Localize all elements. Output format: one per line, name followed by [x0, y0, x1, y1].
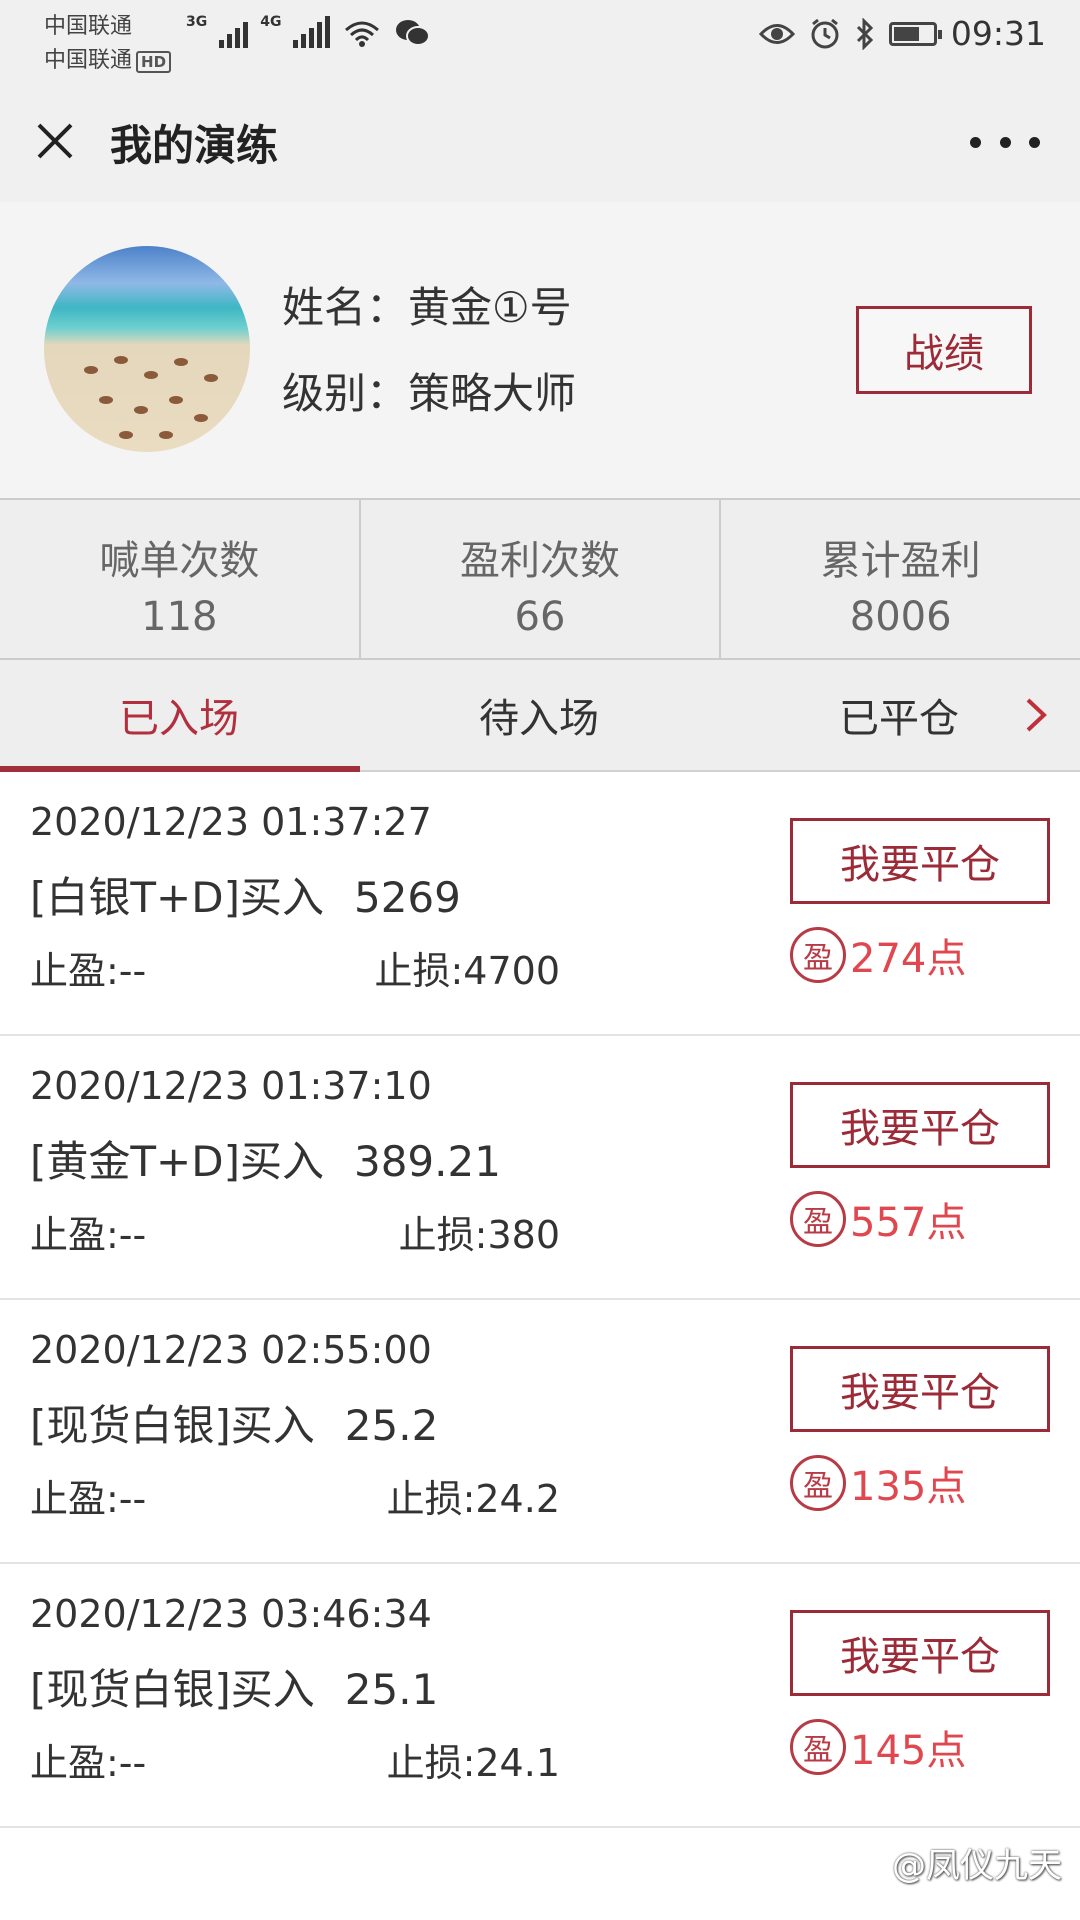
- battery-icon: [888, 21, 942, 46]
- carrier-label-2-text: 中国联通: [44, 48, 133, 73]
- chevron-right-icon[interactable]: [1010, 690, 1060, 740]
- tab-pending[interactable]: 待入场: [360, 660, 718, 770]
- close-position-button[interactable]: 我要平仓: [790, 1346, 1050, 1432]
- profit-badge-icon: 盈: [790, 1191, 846, 1247]
- entry-price: 25.1: [344, 1665, 439, 1714]
- system-icons: 09:31: [758, 14, 1046, 53]
- stop-loss: 止损:24.2: [386, 1477, 560, 1521]
- close-position-button[interactable]: 我要平仓: [790, 818, 1050, 904]
- profit-points: 145点: [850, 1728, 967, 1774]
- entry-price: 25.2: [344, 1401, 439, 1450]
- stat-value: 8006: [849, 594, 952, 640]
- profit-indicator: 盈 557点: [790, 1190, 966, 1248]
- tab-bar: 已入场 待入场 已平仓: [0, 660, 1080, 772]
- wifi-icon: [345, 21, 380, 47]
- stats-bar: 喊单次数 118 盈利次数 66 累计盈利 8006: [0, 498, 1080, 660]
- close-icon: [37, 123, 73, 159]
- network-indicators: 3G 4G: [186, 14, 431, 48]
- watermark: @凤仪九天: [892, 1846, 1062, 1886]
- position-row: 2020/12/23 01:37:27 [白银T+D]买入 5269 止盈:-- …: [0, 772, 1080, 1036]
- close-position-button[interactable]: 我要平仓: [790, 1610, 1050, 1696]
- net-4g-label: 4G: [260, 14, 282, 30]
- entry-price: 5269: [353, 873, 461, 922]
- profit-badge-icon: 盈: [790, 927, 846, 983]
- stat-label: 盈利次数: [460, 538, 620, 584]
- instrument-label: [现货白银]买入: [30, 1401, 315, 1450]
- position-instrument: [白银T+D]买入 5269: [30, 864, 461, 925]
- profit-badge-icon: 盈: [790, 1455, 846, 1511]
- position-row: 2020/12/23 02:55:00 [现货白银]买入 25.2 止盈:-- 止…: [0, 1300, 1080, 1564]
- profile-level: 级别：策略大师: [282, 369, 577, 418]
- take-profit: 止盈:--: [30, 949, 147, 993]
- instrument-label: [黄金T+D]买入: [30, 1137, 324, 1186]
- more-icon-dot: [999, 136, 1011, 148]
- hd-badge: HD: [136, 51, 172, 73]
- signal-4g-icon: [293, 14, 331, 48]
- profit-points: 274点: [850, 936, 967, 982]
- stat-label: 喊单次数: [99, 538, 260, 584]
- signal-3g-icon: [219, 14, 249, 48]
- position-instrument: [现货白银]买入 25.2: [30, 1392, 438, 1453]
- profit-badge-icon: 盈: [790, 1719, 846, 1775]
- more-icon: [970, 136, 981, 148]
- stat-wins: 盈利次数 66: [361, 500, 722, 658]
- instrument-label: [现货白银]买入: [30, 1665, 315, 1714]
- stat-calls: 喊单次数 118: [0, 500, 361, 658]
- take-profit: 止盈:--: [30, 1213, 147, 1257]
- position-time: 2020/12/23 02:55:00: [30, 1328, 432, 1372]
- profit-points: 557点: [850, 1200, 967, 1246]
- profit-indicator: 盈 135点: [790, 1454, 966, 1512]
- alarm-icon: [811, 18, 839, 48]
- profile-name: 姓名：黄金①号: [282, 283, 572, 332]
- close-button[interactable]: [30, 116, 80, 166]
- status-time: 09:31: [950, 14, 1046, 53]
- position-time: 2020/12/23 03:46:34: [30, 1592, 432, 1636]
- position-instrument: [黄金T+D]买入 389.21: [30, 1128, 501, 1189]
- stop-loss: 止损:380: [398, 1213, 560, 1257]
- profit-indicator: 盈 145点: [790, 1718, 966, 1776]
- take-profit: 止盈:--: [30, 1741, 147, 1785]
- avatar[interactable]: [44, 246, 250, 452]
- stat-total-profit: 累计盈利 8006: [721, 500, 1080, 658]
- status-bar: 中国联通 中国联通 HD 3G 4G 09:31: [0, 0, 1080, 84]
- page-title: 我的演练: [110, 121, 279, 170]
- eye-icon: [758, 23, 795, 44]
- profit-indicator: 盈 274点: [790, 926, 966, 984]
- close-position-button[interactable]: 我要平仓: [790, 1082, 1050, 1168]
- stat-value: 118: [141, 594, 218, 640]
- take-profit: 止盈:--: [30, 1477, 147, 1521]
- profile-card: 姓名：黄金①号 级别：策略大师 战绩: [0, 202, 1080, 498]
- position-time: 2020/12/23 01:37:27: [30, 800, 432, 844]
- tab-entered[interactable]: 已入场: [0, 660, 358, 770]
- position-time: 2020/12/23 01:37:10: [30, 1064, 432, 1108]
- bluetooth-icon: [856, 17, 874, 50]
- stat-label: 累计盈利: [820, 538, 981, 584]
- more-icon-dot: [1029, 136, 1040, 148]
- position-instrument: [现货白银]买入 25.1: [30, 1656, 438, 1717]
- carrier-label-2: 中国联通 HD: [44, 42, 172, 74]
- wechat-icon: [396, 20, 431, 46]
- entry-price: 389.21: [353, 1137, 501, 1186]
- app-header: 我的演练: [0, 84, 1080, 202]
- record-button[interactable]: 战绩: [856, 306, 1032, 394]
- net-3g-label: 3G: [186, 14, 208, 30]
- more-button[interactable]: [970, 122, 1040, 162]
- stat-value: 66: [514, 594, 566, 640]
- position-row: 2020/12/23 03:46:34 [现货白银]买入 25.1 止盈:-- 止…: [0, 1564, 1080, 1828]
- carrier-label: 中国联通: [44, 14, 133, 39]
- stop-loss: 止损:4700: [374, 949, 560, 993]
- position-row: 2020/12/23 01:37:10 [黄金T+D]买入 389.21 止盈:-…: [0, 1036, 1080, 1300]
- profit-points: 135点: [850, 1464, 967, 1510]
- stop-loss: 止损:24.1: [386, 1741, 560, 1785]
- instrument-label: [白银T+D]买入: [30, 873, 324, 922]
